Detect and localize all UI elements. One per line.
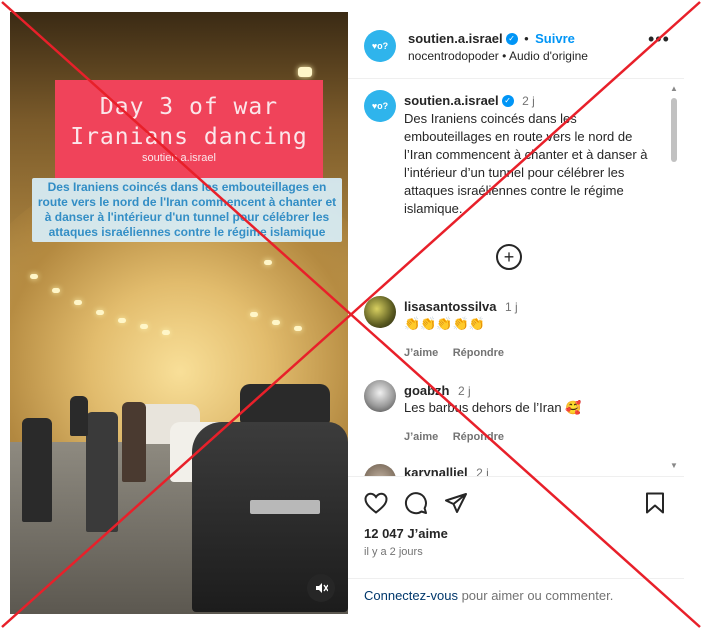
- like-comment-button[interactable]: J’aime: [404, 431, 438, 443]
- scroll-up-arrow[interactable]: ▲: [670, 84, 678, 93]
- comment-text: 👏👏👏👏👏: [404, 316, 485, 331]
- tunnel-light: [298, 67, 312, 77]
- person: [86, 412, 118, 532]
- tunnel-light: [30, 274, 38, 279]
- comment-text: Les barbus dehors de l’Iran 🥰: [404, 400, 582, 415]
- banner-handle: soutien.a.israel: [142, 152, 216, 164]
- tunnel-light: [140, 324, 148, 329]
- tunnel-light: [250, 312, 258, 317]
- reply-button[interactable]: Répondre: [453, 347, 504, 359]
- scrollbar-thumb[interactable]: [671, 98, 677, 162]
- commenter-avatar[interactable]: [364, 296, 396, 328]
- title-banner: Day 3 of war Iranians dancing: [55, 80, 323, 180]
- post-header: ♥o? soutien.a.israel ✓ • Suivre nocentrod…: [348, 12, 684, 79]
- comment-time: 1 j: [504, 300, 518, 314]
- comment-username[interactable]: karynalliel: [404, 465, 468, 476]
- verified-icon: ✓: [501, 94, 514, 107]
- tunnel-light: [96, 310, 104, 315]
- mute-icon[interactable]: [307, 574, 335, 602]
- commenter-avatar[interactable]: [364, 380, 396, 412]
- scroll-down-arrow[interactable]: ▼: [670, 461, 678, 470]
- person: [70, 396, 88, 436]
- follow-button[interactable]: Suivre: [535, 31, 575, 46]
- like-comment-button[interactable]: J’aime: [404, 347, 438, 359]
- avatar[interactable]: ♥o?: [364, 30, 396, 62]
- header-username[interactable]: soutien.a.israel: [408, 31, 503, 46]
- comment-cutoff: karynalliel 2 j: [348, 458, 668, 476]
- comment-username[interactable]: goabzh: [404, 383, 450, 398]
- add-comments-icon[interactable]: +: [496, 244, 522, 270]
- banner-line-1: Day 3 of war: [99, 94, 279, 120]
- comment-icon[interactable]: [404, 491, 428, 520]
- post-time: 2 j: [522, 94, 535, 108]
- more-icon[interactable]: •••: [648, 30, 670, 48]
- like-count[interactable]: 12 047 J’aime: [364, 526, 448, 541]
- header-subline[interactable]: nocentrodopoder • Audio d'origine: [408, 49, 588, 63]
- car: [240, 384, 330, 424]
- tunnel-light: [118, 318, 126, 323]
- login-text: pour aimer ou commenter.: [457, 588, 614, 603]
- tunnel-light: [294, 326, 302, 331]
- tunnel-light: [74, 300, 82, 305]
- comment-time: 2 j: [457, 384, 471, 398]
- share-icon[interactable]: [444, 492, 468, 519]
- avatar[interactable]: ♥o?: [364, 90, 396, 122]
- license-plate: [250, 500, 320, 514]
- post-caption: Des Iraniens coincés dans les embouteill…: [404, 111, 648, 216]
- post-date[interactable]: il y a 2 jours: [364, 546, 423, 558]
- tunnel-light: [272, 320, 280, 325]
- banner-line-2: Iranians dancing: [70, 124, 308, 150]
- tunnel-light: [162, 330, 170, 335]
- bookmark-icon[interactable]: [645, 492, 665, 519]
- login-prompt: Connectez-vous pour aimer ou commenter.: [348, 578, 684, 615]
- tunnel-light: [52, 288, 60, 293]
- separator-dot: •: [524, 31, 529, 46]
- video-caption: Des Iraniens coincés dans les embouteill…: [32, 178, 342, 242]
- reply-button[interactable]: Répondre: [453, 431, 504, 443]
- heart-icon[interactable]: [364, 492, 388, 519]
- tunnel-light: [264, 260, 272, 265]
- comment-username[interactable]: lisasantossilva: [404, 299, 497, 314]
- login-link[interactable]: Connectez-vous: [364, 588, 458, 603]
- video-player[interactable]: Day 3 of war Iranians dancing soutien.a.…: [10, 12, 348, 614]
- comment-time: 2 j: [476, 466, 489, 476]
- post-username[interactable]: soutien.a.israel: [404, 93, 499, 108]
- commenter-avatar[interactable]: [364, 464, 396, 476]
- person: [122, 402, 146, 482]
- verified-icon: ✓: [505, 32, 518, 45]
- person: [22, 418, 52, 522]
